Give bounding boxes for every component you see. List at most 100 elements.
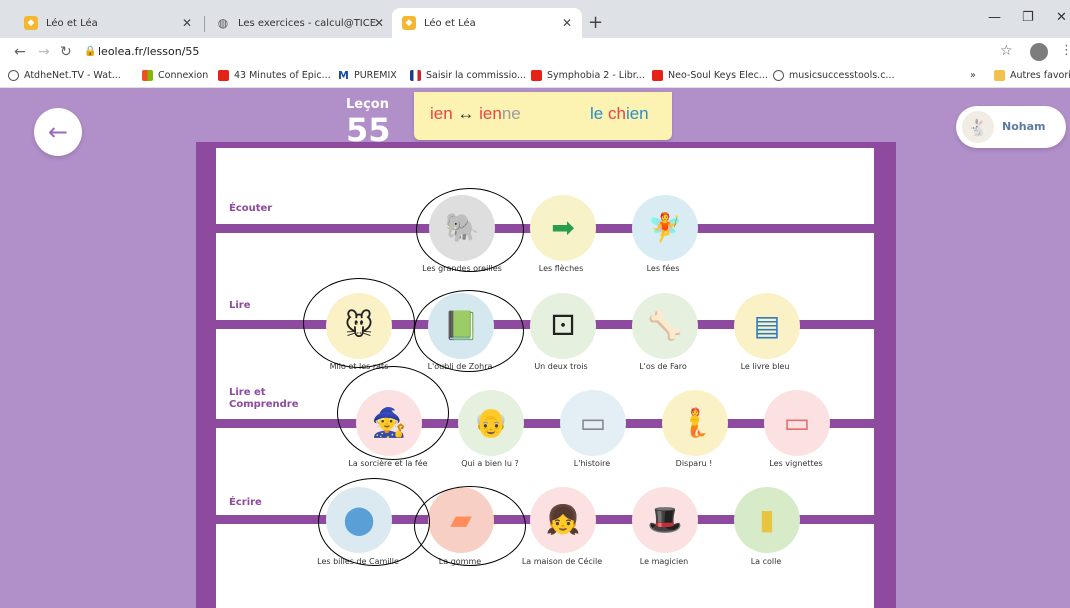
frame-icon: ▭ — [783, 406, 811, 439]
browser-tab-bar: ◆ Léo et Léa ✕ ◍ Les exercices - calcul@… — [0, 0, 1070, 38]
activity-la-colle[interactable]: ▮ — [734, 487, 800, 553]
activity-label: Un deux trois — [534, 362, 588, 371]
section-title-lire-comprendre: Lire et Comprendre — [229, 387, 299, 410]
pattern-ienne-grey: ne — [501, 104, 521, 123]
activity-la-maison-de-cecile[interactable]: 👧 — [530, 487, 596, 553]
bookmark-item[interactable]: Saisir la commissio... — [410, 70, 526, 81]
activity-label: L'os de Faro — [639, 362, 687, 371]
activity-la-gomme[interactable]: ▰ — [428, 487, 494, 553]
activity-les-vignettes[interactable]: ▭ — [764, 390, 830, 456]
address-bar: ← → ↻ 🔒 leolea.fr/lesson/55 ☆ ⋮ — [0, 38, 1070, 66]
glue-icon: ▮ — [759, 503, 775, 536]
lock-icon: 🔒 — [84, 46, 97, 57]
activity-les-grandes-oreilles[interactable]: 🐘 — [429, 195, 495, 261]
new-tab-button[interactable]: + — [588, 12, 603, 33]
globe-icon: ◍ — [217, 16, 229, 30]
bookmarks-bar: AtdheNet.TV - Wat... Connexion 43 Minute… — [0, 66, 1070, 88]
bookmark-item[interactable]: M PUREMIX — [338, 70, 397, 81]
back-arrow-icon[interactable]: ← — [14, 44, 26, 60]
close-tab-icon[interactable]: ✕ — [562, 16, 572, 30]
activity-le-magicien[interactable]: 🎩 — [632, 487, 698, 553]
activity-oubli-de-zohra[interactable]: 📗 — [428, 293, 494, 359]
other-bookmarks-label: Autres favoris — [1010, 70, 1070, 81]
double-arrow-icon: ↔ — [457, 104, 475, 123]
close-tab-icon[interactable]: ✕ — [182, 16, 192, 30]
sound-pattern: ien ↔ ienne — [430, 104, 521, 124]
leo-lea-favicon-icon: ◆ — [402, 16, 416, 30]
restore-icon[interactable]: ❐ — [1022, 10, 1034, 25]
section-title-lire: Lire — [229, 300, 251, 311]
sound-example: le chien — [590, 104, 649, 124]
bookmark-label: Connexion — [158, 70, 209, 81]
activity-los-de-faro[interactable]: 🦴 — [632, 293, 698, 359]
activity-label: La maison de Cécile — [521, 557, 603, 566]
bookmark-item[interactable]: musicsuccesstools.c... — [773, 70, 895, 81]
activity-la-sorciere-et-la-fee[interactable]: 🧙 — [356, 390, 422, 456]
bookmark-label: PUREMIX — [354, 70, 397, 81]
activity-milo-et-les-rats[interactable]: 🐭 — [326, 293, 392, 359]
blue-book-icon: ▤ — [753, 309, 781, 342]
browser-tab-calcul-tice[interactable]: ◍ Les exercices - calcul@TICE ✕ — [206, 8, 394, 38]
browser-tab-leo-et-lea-1[interactable]: ◆ Léo et Léa ✕ — [14, 8, 202, 38]
user-profile-button[interactable]: 🐇 Noham — [956, 106, 1066, 148]
close-window-icon[interactable]: ✕ — [1056, 10, 1067, 25]
activity-qui-a-bien-lu[interactable]: 👴 — [458, 390, 524, 456]
pattern-ien: ien — [430, 104, 453, 123]
bookmark-item[interactable]: 43 Minutes of Epic... — [218, 70, 331, 81]
youtube-icon — [218, 70, 229, 81]
url-field[interactable]: leolea.fr/lesson/55 — [98, 45, 199, 58]
close-tab-icon[interactable]: ✕ — [374, 16, 384, 30]
board-icon: ▭ — [579, 406, 607, 439]
reload-icon[interactable]: ↻ — [60, 44, 72, 60]
flag-icon — [410, 70, 421, 81]
activity-label: Disparu ! — [675, 459, 713, 468]
activity-label: Les billes de Camille — [317, 557, 399, 566]
bookmark-label: Symphobia 2 - Libr... — [547, 70, 645, 81]
old-man-icon: 👴 — [473, 406, 509, 439]
witch-icon: 🧙 — [371, 406, 407, 439]
activity-label: La sorcière et la fée — [348, 459, 428, 468]
eraser-icon: ▰ — [450, 503, 472, 536]
browser-tab-leo-et-lea-active[interactable]: ◆ Léo et Léa ✕ — [392, 8, 582, 38]
example-article: le — [590, 104, 608, 123]
activity-les-billes-de-camille[interactable]: ⬤ — [326, 487, 392, 553]
youtube-icon — [531, 70, 542, 81]
bookmark-star-icon[interactable]: ☆ — [1000, 43, 1013, 59]
activity-lhistoire[interactable]: ▭ — [560, 390, 626, 456]
forward-arrow-icon[interactable]: → — [38, 44, 50, 60]
activity-label: Les fées — [646, 264, 680, 273]
tab-separator — [204, 16, 205, 32]
activity-les-fees[interactable]: 🧚 — [632, 195, 698, 261]
minimize-icon[interactable]: — — [988, 10, 1001, 25]
other-bookmarks[interactable]: Autres favoris — [994, 70, 1070, 81]
browser-menu-icon[interactable]: ⋮ — [1060, 43, 1070, 58]
lesson-label: Leçon — [346, 97, 389, 112]
bookmarks-overflow-button[interactable]: » — [970, 70, 976, 81]
activity-label: Le livre bleu — [740, 362, 790, 371]
arrow-sign-icon: ➡ — [551, 211, 575, 244]
bookmark-item[interactable]: Connexion — [142, 70, 208, 81]
leo-lea-favicon-icon: ◆ — [24, 16, 38, 30]
lesson-number: 55 — [346, 114, 391, 144]
example-ien: ien — [625, 104, 649, 123]
activity-disparu[interactable]: 🧜 — [662, 390, 728, 456]
bookmark-item[interactable]: Symphobia 2 - Libr... — [531, 70, 645, 81]
youtube-icon — [652, 70, 663, 81]
activity-un-deux-trois[interactable]: ⚀ — [530, 293, 596, 359]
lesson-back-button[interactable]: ← — [34, 108, 82, 156]
profile-avatar-icon[interactable] — [1030, 43, 1048, 61]
bookmark-item[interactable]: AtdheNet.TV - Wat... — [8, 70, 121, 81]
back-arrow-icon: ← — [47, 118, 69, 146]
magician-icon: 🎩 — [647, 503, 683, 536]
bookmark-item[interactable]: Neo-Soul Keys Elec... — [652, 70, 768, 81]
rabbit-avatar-icon: 🐇 — [962, 111, 994, 143]
girl-reading-icon: 📗 — [443, 309, 479, 342]
activity-label: Milo et les rats — [329, 362, 389, 371]
folder-icon — [994, 70, 1005, 81]
activity-les-fleches[interactable]: ➡ — [530, 195, 596, 261]
bookmark-label: 43 Minutes of Epic... — [234, 70, 331, 81]
user-name: Noham — [1002, 120, 1046, 133]
activity-le-livre-bleu[interactable]: ▤ — [734, 293, 800, 359]
mermaid-icon: 🧜 — [677, 406, 713, 439]
lesson-sound-banner: ien ↔ ien ne le chien — [414, 92, 672, 140]
